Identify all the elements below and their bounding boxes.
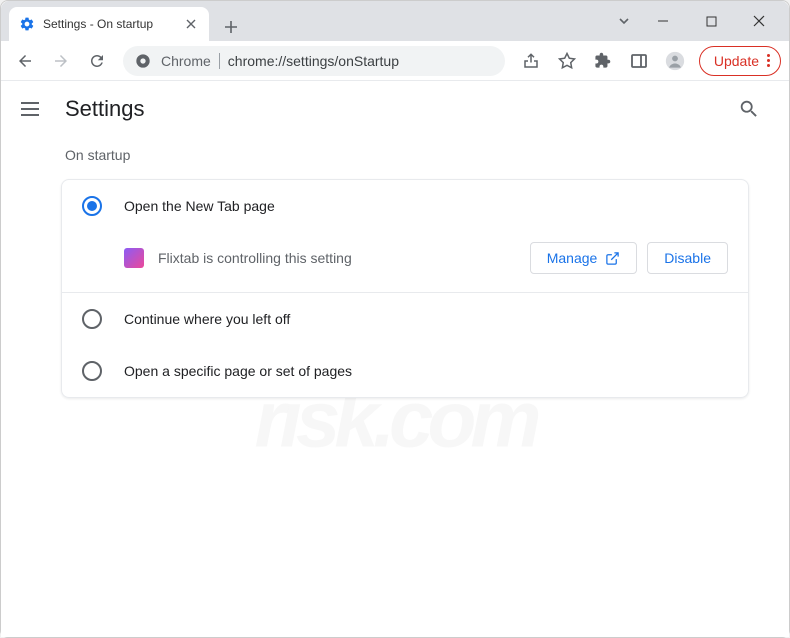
update-button[interactable]: Update <box>699 46 781 76</box>
close-tab-icon[interactable] <box>183 16 199 32</box>
section-label: On startup <box>61 147 749 163</box>
side-panel-icon[interactable] <box>623 45 655 77</box>
extensions-icon[interactable] <box>587 45 619 77</box>
browser-tab[interactable]: Settings - On startup <box>9 7 209 41</box>
startup-card: Open the New Tab page Flixtab is control… <box>61 179 749 398</box>
radio-open-new-tab[interactable]: Open the New Tab page <box>62 180 748 232</box>
reload-button[interactable] <box>81 45 113 77</box>
hamburger-menu-icon[interactable] <box>21 97 45 121</box>
extension-control-notice: Flixtab is controlling this setting Mana… <box>62 232 748 293</box>
forward-button <box>45 45 77 77</box>
share-icon[interactable] <box>515 45 547 77</box>
bookmark-star-icon[interactable] <box>551 45 583 77</box>
settings-header: Settings <box>1 81 789 137</box>
disable-button[interactable]: Disable <box>647 242 728 274</box>
radio-specific-pages[interactable]: Open a specific page or set of pages <box>62 345 748 397</box>
external-link-icon <box>605 251 620 266</box>
omnibox-url: chrome://settings/onStartup <box>228 53 399 69</box>
omnibox-prefix: Chrome <box>161 53 211 69</box>
address-bar[interactable]: Chrome chrome://settings/onStartup <box>123 46 505 76</box>
title-bar: Settings - On startup <box>1 1 789 41</box>
profile-avatar-icon[interactable] <box>659 45 691 77</box>
back-button[interactable] <box>9 45 41 77</box>
chrome-logo-icon <box>135 53 151 69</box>
radio-selected-icon <box>82 196 102 216</box>
extension-icon <box>124 248 144 268</box>
manage-button[interactable]: Manage <box>530 242 638 274</box>
minimize-button[interactable] <box>641 5 685 37</box>
tab-search-dropdown-icon[interactable] <box>607 14 641 28</box>
radio-continue-left-off[interactable]: Continue where you left off <box>62 293 748 345</box>
search-icon[interactable] <box>729 89 769 129</box>
page-title: Settings <box>65 96 145 122</box>
radio-unselected-icon <box>82 309 102 329</box>
page-content: PC risk.com Settings On startup Open the… <box>1 81 789 637</box>
new-tab-button[interactable] <box>217 13 245 41</box>
menu-dots-icon <box>767 54 770 67</box>
radio-unselected-icon <box>82 361 102 381</box>
settings-gear-icon <box>19 16 35 32</box>
tab-title: Settings - On startup <box>43 17 175 31</box>
close-window-button[interactable] <box>737 5 781 37</box>
browser-toolbar: Chrome chrome://settings/onStartup Updat… <box>1 41 789 81</box>
maximize-button[interactable] <box>689 5 733 37</box>
